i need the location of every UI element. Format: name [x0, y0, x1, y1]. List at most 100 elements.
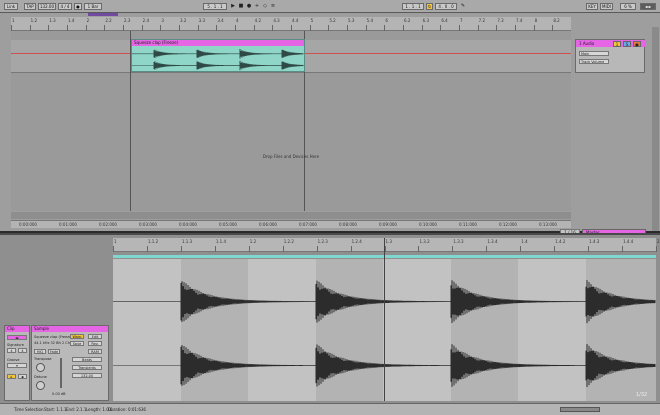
arrangement-time-ruler[interactable]: 0:00:000 0:01:000 0:02:000 0:03:000 0:04:000…	[11, 220, 571, 228]
track-activator-button[interactable]: 1	[613, 41, 621, 47]
beat-band	[113, 259, 181, 401]
draw-mode-icon[interactable]: ✎	[460, 3, 466, 10]
time-signature-field[interactable]: 4 / 4	[58, 3, 72, 10]
ruler-label: 5.2	[329, 18, 336, 23]
sample-ruler-tick	[113, 246, 114, 252]
sample-ruler-tick	[622, 246, 624, 252]
ruler-label: 6.2	[404, 18, 411, 23]
sample-ruler-label: 1.3.4	[487, 239, 498, 244]
loop-length-field[interactable]: 4 . 0 . 0	[435, 3, 457, 10]
playhead[interactable]	[384, 238, 385, 401]
loop-brace[interactable]	[88, 13, 118, 16]
arm-button[interactable]: ●	[633, 41, 641, 47]
preserve-select[interactable]: Transients	[72, 365, 102, 370]
signature-denominator[interactable]: 4	[18, 348, 27, 353]
sample-ruler-label: 1.1.4	[215, 239, 226, 244]
commit-button[interactable]: ▸	[7, 374, 16, 379]
tap-tempo-button[interactable]: TAP	[24, 3, 36, 10]
overdub-icon[interactable]: +	[254, 3, 260, 10]
track-automation-select[interactable]: Track Volume	[579, 59, 609, 64]
sample-ruler-label: 1.3	[385, 239, 392, 244]
reverse-button[interactable]: Rev.	[88, 341, 102, 346]
automation-arm-icon[interactable]: ◇	[262, 3, 268, 10]
time-ruler-label: 0:07:000	[299, 222, 317, 227]
groove-label: Groove	[7, 358, 20, 362]
beat-band	[518, 259, 586, 401]
status-end: End: 2.1.1	[66, 407, 87, 412]
metronome-icon[interactable]: ●	[74, 3, 82, 10]
sample-panel-title: Sample	[32, 326, 108, 332]
capture-icon[interactable]: ≡	[270, 3, 276, 10]
link-button[interactable]: Link	[4, 3, 18, 10]
track-input-select[interactable]: Main	[579, 51, 609, 56]
ruler-label: 6.3	[422, 18, 430, 23]
sample-ruler-label: 2	[657, 239, 660, 244]
sample-name: Squeeze clap (Freeze)	[34, 335, 73, 339]
ruler-label: 3.3	[198, 18, 206, 23]
sample-ruler-tick	[180, 246, 182, 252]
sample-ruler-tick	[656, 246, 657, 252]
transpose-knob[interactable]	[36, 363, 45, 372]
metronome-quantize-select[interactable]: 1 Bar	[84, 3, 102, 10]
sample-ruler-tick	[248, 246, 250, 252]
cpu-load-meter	[560, 407, 600, 412]
sample-ruler-label: 1.2	[249, 239, 257, 244]
stop-icon[interactable]: ■	[238, 3, 244, 10]
ruler-label: 6	[385, 18, 388, 23]
waveform-channel	[132, 49, 304, 59]
ruler-label: 1.3	[49, 18, 56, 23]
arrangement-scrollbar[interactable]	[11, 212, 571, 219]
loop-switch-icon[interactable]: ↻	[426, 3, 433, 10]
ruler-label: 7.3	[497, 18, 504, 23]
arrangement-view: 1 1.2 1.3 1.4 2 2.2 2.3 2.4 3 3.2 3.3 3.4 4 4.2 4.3 4.4…	[0, 13, 660, 236]
record-icon[interactable]: ●	[246, 3, 252, 10]
ruler-label: 1.2	[30, 18, 38, 23]
hiq-button[interactable]: HiQ	[34, 349, 46, 354]
volume-slider[interactable]	[60, 358, 62, 388]
ruler-label: 5.4	[366, 18, 374, 23]
clip-name-field[interactable]: ▬	[7, 335, 27, 340]
sample-ruler-label: 1.2.4	[351, 239, 362, 244]
beat-band	[316, 259, 383, 401]
arrangement-position-field[interactable]: 5 . 1 . 1	[203, 3, 227, 10]
drop-files-hint: Drop Files and Devices Here	[262, 154, 320, 159]
beat-band	[248, 259, 316, 401]
arrangement-beat-ruler[interactable]: 1 1.2 1.3 1.4 2 2.2 2.3 2.4 3 3.2 3.3 3.4 4 4.2 4.3 4.4…	[11, 17, 571, 31]
ruler-label: 6.4	[441, 18, 448, 23]
groove-select[interactable]: ▾	[7, 363, 27, 368]
time-ruler-label: 0:09:000	[379, 222, 397, 227]
status-start: Start: 1.1.1	[44, 407, 67, 412]
audio-clip[interactable]: Squeeze clap (Freeze)	[131, 39, 305, 72]
arrangement-track-area[interactable]: Squeeze clap (Freeze) Drop Files and Dev…	[11, 31, 571, 211]
detune-knob[interactable]	[36, 381, 45, 390]
edit-button[interactable]: Edit	[88, 334, 102, 339]
midi-map-button[interactable]: MIDI	[600, 3, 613, 10]
waveform-channel	[132, 60, 304, 71]
sample-ruler-label: 1.3.2	[419, 239, 430, 244]
ruler-label: 3.2	[180, 18, 187, 23]
warp-mode-select[interactable]: Beats	[72, 357, 102, 362]
transpose-label: Transpose	[34, 357, 52, 361]
sample-ruler-tick	[316, 246, 318, 252]
solo-button[interactable]: S	[623, 41, 631, 47]
time-ruler-label: 0:05:000	[219, 222, 237, 227]
segment-bpm-field[interactable]: 132.00	[72, 373, 102, 378]
tempo-field[interactable]: 132.00	[38, 3, 56, 10]
arrangement-vertical-scrollbar[interactable]	[652, 27, 659, 231]
status-bar: Time Selection Start: 1.1.1 End: 2.1.1 L…	[0, 403, 660, 415]
signature-label: Signature	[7, 343, 24, 347]
ram-button[interactable]: RAM	[88, 349, 102, 354]
launch-button[interactable]: ▪	[18, 374, 27, 379]
signature-numerator[interactable]: 4	[7, 348, 16, 353]
track-header[interactable]: 1 Audio 1 S ● Main Track Volume	[575, 39, 646, 73]
key-map-button[interactable]: KEY	[586, 3, 598, 10]
sample-ruler-label: 1.2.2	[283, 239, 294, 244]
warp-button[interactable]: Warp	[70, 334, 84, 339]
play-icon[interactable]: ▶	[230, 3, 236, 10]
ruler-label: 4.4	[292, 18, 299, 23]
ruler-label: 2.4	[142, 18, 150, 23]
ruler-label: 3.4	[217, 18, 224, 23]
save-button[interactable]: Save	[70, 341, 84, 346]
fade-button[interactable]: Fade	[48, 349, 60, 354]
loop-start-field[interactable]: 1 . 1 . 1	[402, 3, 424, 10]
